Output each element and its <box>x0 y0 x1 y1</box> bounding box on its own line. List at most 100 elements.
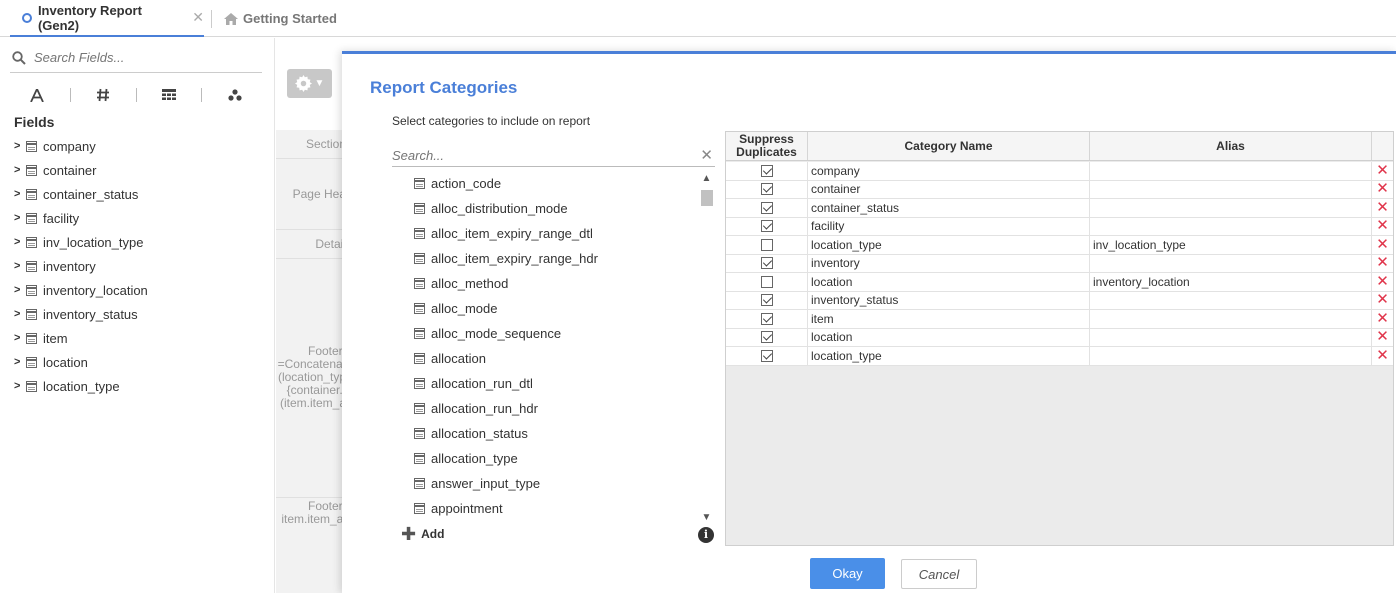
delete-icon[interactable]: ✕ <box>1376 311 1389 326</box>
suppress-checkbox[interactable] <box>760 294 773 307</box>
category-name-cell[interactable]: container <box>808 180 1090 198</box>
cancel-button[interactable]: Cancel <box>901 559 977 589</box>
category-item[interactable]: action_code <box>414 171 699 196</box>
info-icon[interactable]: i <box>698 527 714 543</box>
scrollbar[interactable]: ▲ ▼ <box>699 171 714 524</box>
field-item[interactable]: > inventory_status <box>14 302 148 326</box>
close-icon[interactable]: ✕ <box>192 9 204 26</box>
alias-cell[interactable] <box>1090 347 1372 365</box>
alias-cell[interactable]: inv_location_type <box>1090 236 1372 254</box>
category-item[interactable]: alloc_distribution_mode <box>414 196 699 221</box>
alias-cell[interactable] <box>1090 291 1372 309</box>
alias-cell[interactable] <box>1090 162 1372 180</box>
delete-icon[interactable]: ✕ <box>1376 237 1389 252</box>
category-name-cell[interactable]: container_status <box>808 199 1090 217</box>
scroll-up-icon[interactable]: ▲ <box>699 173 714 185</box>
chevron-right-icon[interactable]: > <box>14 380 22 392</box>
chevron-right-icon[interactable]: > <box>14 140 22 152</box>
clear-icon[interactable]: ✕ <box>700 146 713 164</box>
delete-icon[interactable]: ✕ <box>1376 200 1389 215</box>
settings-button[interactable]: ▼ <box>287 69 332 98</box>
chevron-right-icon[interactable]: > <box>14 332 22 344</box>
alias-cell[interactable] <box>1090 199 1372 217</box>
field-item[interactable]: > inventory_location <box>14 278 148 302</box>
delete-icon[interactable]: ✕ <box>1376 292 1389 307</box>
relation-type-button[interactable] <box>202 86 267 104</box>
delete-icon[interactable]: ✕ <box>1376 163 1389 178</box>
search-fields-input[interactable] <box>34 50 244 65</box>
suppress-checkbox[interactable] <box>760 183 773 196</box>
category-name-cell[interactable]: item <box>808 310 1090 328</box>
add-button[interactable]: ✚ Add <box>401 525 444 543</box>
chevron-right-icon[interactable]: > <box>14 236 22 248</box>
text-type-button[interactable] <box>5 86 70 104</box>
field-item[interactable]: > inv_location_type <box>14 230 148 254</box>
chevron-right-icon[interactable]: > <box>14 164 22 176</box>
category-item[interactable]: alloc_item_expiry_range_hdr <box>414 246 699 271</box>
category-name-cell[interactable]: inventory_status <box>808 291 1090 309</box>
alias-cell[interactable] <box>1090 310 1372 328</box>
header-suppress-duplicates[interactable]: Suppress Duplicates <box>726 132 808 160</box>
category-item[interactable]: allocation_run_dtl <box>414 371 699 396</box>
field-item[interactable]: > inventory <box>14 254 148 278</box>
field-item[interactable]: > container_status <box>14 182 148 206</box>
category-search-input[interactable] <box>392 147 682 163</box>
scroll-thumb[interactable] <box>701 190 713 206</box>
category-item[interactable]: alloc_item_expiry_range_dtl <box>414 221 699 246</box>
suppress-checkbox[interactable] <box>760 312 773 325</box>
category-item[interactable]: alloc_method <box>414 271 699 296</box>
delete-icon[interactable]: ✕ <box>1376 218 1389 233</box>
suppress-checkbox[interactable] <box>760 201 773 214</box>
delete-icon[interactable]: ✕ <box>1376 329 1389 344</box>
category-name-cell[interactable]: location <box>808 328 1090 346</box>
category-name-cell[interactable]: facility <box>808 217 1090 235</box>
chevron-right-icon[interactable]: > <box>14 284 22 296</box>
field-item[interactable]: > container <box>14 158 148 182</box>
suppress-checkbox[interactable] <box>760 238 773 251</box>
alias-cell[interactable] <box>1090 328 1372 346</box>
alias-cell[interactable] <box>1090 180 1372 198</box>
chevron-right-icon[interactable]: > <box>14 356 22 368</box>
category-name-cell[interactable]: company <box>808 162 1090 180</box>
header-category-name[interactable]: Category Name <box>808 132 1090 160</box>
category-item[interactable]: allocation <box>414 346 699 371</box>
field-item[interactable]: > item <box>14 326 148 350</box>
suppress-checkbox[interactable] <box>760 275 773 288</box>
chevron-right-icon[interactable]: > <box>14 260 22 272</box>
field-item[interactable]: > location_type <box>14 374 148 398</box>
category-name-cell[interactable]: location_type <box>808 236 1090 254</box>
okay-button[interactable]: Okay <box>810 558 885 589</box>
category-item[interactable]: alloc_mode_sequence <box>414 321 699 346</box>
chevron-right-icon[interactable]: > <box>14 308 22 320</box>
alias-cell[interactable] <box>1090 254 1372 272</box>
suppress-checkbox[interactable] <box>760 331 773 344</box>
chevron-right-icon[interactable]: > <box>14 188 22 200</box>
delete-icon[interactable]: ✕ <box>1376 274 1389 289</box>
field-item[interactable]: > facility <box>14 206 148 230</box>
category-item[interactable]: answer_input_type <box>414 471 699 496</box>
number-type-button[interactable] <box>71 86 136 104</box>
tab-getting-started[interactable]: Getting Started <box>224 0 337 37</box>
category-name-cell[interactable]: location_type <box>808 347 1090 365</box>
category-item[interactable]: allocation_run_hdr <box>414 396 699 421</box>
suppress-checkbox[interactable] <box>760 164 773 177</box>
delete-icon[interactable]: ✕ <box>1376 348 1389 363</box>
header-alias[interactable]: Alias <box>1090 132 1372 160</box>
category-item[interactable]: allocation_type <box>414 446 699 471</box>
delete-icon[interactable]: ✕ <box>1376 181 1389 196</box>
alias-cell[interactable] <box>1090 217 1372 235</box>
suppress-checkbox[interactable] <box>760 220 773 233</box>
chevron-right-icon[interactable]: > <box>14 212 22 224</box>
category-item[interactable]: alloc_mode <box>414 296 699 321</box>
suppress-checkbox[interactable] <box>760 257 773 270</box>
category-item[interactable]: allocation_status <box>414 421 699 446</box>
scroll-down-icon[interactable]: ▼ <box>699 512 714 524</box>
suppress-checkbox[interactable] <box>760 349 773 362</box>
category-name-cell[interactable]: location <box>808 273 1090 291</box>
category-name-cell[interactable]: inventory <box>808 254 1090 272</box>
category-item[interactable]: appointment <box>414 496 699 521</box>
delete-icon[interactable]: ✕ <box>1376 255 1389 270</box>
tab-inventory-report[interactable]: Inventory Report (Gen2) ✕ <box>10 0 204 37</box>
table-type-button[interactable] <box>137 86 202 104</box>
field-item[interactable]: > company <box>14 134 148 158</box>
